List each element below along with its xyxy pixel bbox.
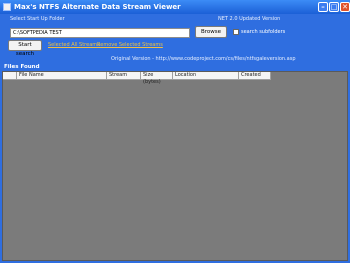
window-title: Max's NTFS Alternate Data Stream Viewer [14, 3, 181, 11]
version-note: NET 2.0 Updated Version [218, 16, 281, 22]
app-icon [3, 3, 11, 11]
list-header-spacer [3, 72, 17, 80]
minimize-button[interactable]: – [318, 2, 328, 12]
column-file-name[interactable]: File Name [17, 72, 107, 80]
start-search-button[interactable]: Start search [8, 40, 42, 57]
original-version-note: Original Version - http://www.codeprojec… [111, 56, 296, 62]
column-stream[interactable]: Stream [107, 72, 141, 80]
select-all-streams-link[interactable]: Selected All Streams [48, 42, 100, 48]
remove-selected-streams-link[interactable]: Remove Selected Streams [97, 42, 163, 48]
column-location[interactable]: Location [173, 72, 239, 80]
files-list[interactable]: File Name Stream Size (bytes) Location C… [2, 71, 348, 261]
column-size[interactable]: Size (bytes) [141, 72, 173, 85]
column-created[interactable]: Created [239, 72, 271, 80]
search-subfolders-checkbox[interactable] [233, 29, 239, 35]
folder-path-input[interactable]: C:\SOFTPEDIA TEST [10, 28, 190, 38]
title-bar[interactable]: Max's NTFS Alternate Data Stream Viewer … [0, 0, 350, 14]
select-folder-label: Select Start Up Folder [10, 16, 65, 22]
app-window: Max's NTFS Alternate Data Stream Viewer … [0, 0, 350, 263]
files-found-header: Files Found [2, 64, 348, 71]
maximize-button[interactable]: □ [329, 2, 339, 12]
search-subfolders-label: search subfolders [241, 29, 286, 35]
close-button[interactable]: ✕ [340, 2, 350, 12]
browse-button[interactable]: Browse [195, 26, 227, 38]
